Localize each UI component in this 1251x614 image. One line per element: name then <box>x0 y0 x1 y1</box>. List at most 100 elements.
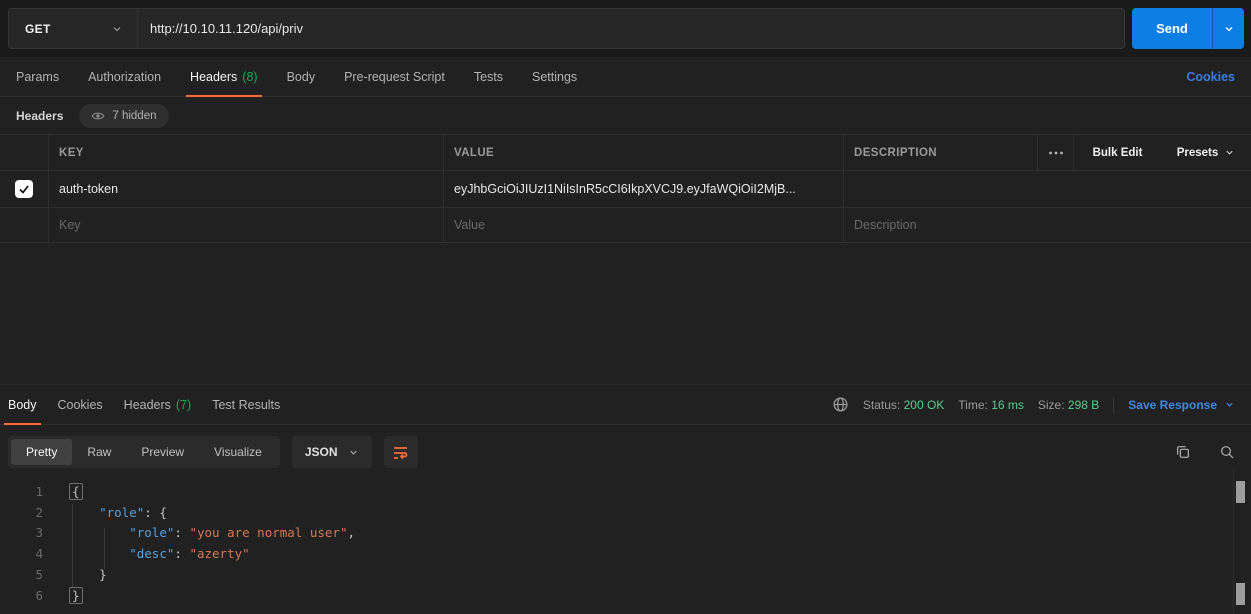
format-dropdown[interactable]: JSON <box>292 436 372 468</box>
row-checkbox[interactable] <box>15 180 33 198</box>
response-tab-headers[interactable]: Headers (7) <box>124 385 192 425</box>
view-mode-pretty[interactable]: Pretty <box>11 439 72 465</box>
table-row-empty: Key Value Description <box>0 208 1251 243</box>
url-container: GET <box>8 8 1125 49</box>
code-line: 5 } <box>0 565 1251 586</box>
scrollbar-thumb[interactable] <box>1236 481 1245 503</box>
description-input[interactable]: Description <box>854 218 917 232</box>
tab-tests-label: Tests <box>474 70 503 84</box>
save-response-button[interactable]: Save Response <box>1128 398 1235 412</box>
line-number: 6 <box>0 586 43 607</box>
bulk-edit-button[interactable]: Bulk Edit <box>1093 147 1143 159</box>
response-body-viewer[interactable]: 1 { 2 "role": { 3 "role": "you are norma… <box>0 482 1251 606</box>
view-mode-raw[interactable]: Raw <box>72 439 126 465</box>
cookies-link[interactable]: Cookies <box>1186 70 1235 84</box>
search-icon[interactable] <box>1219 444 1235 460</box>
presets-dropdown[interactable]: Presets <box>1177 147 1236 159</box>
value-input[interactable]: Value <box>454 218 485 232</box>
key-input[interactable]: Key <box>59 218 81 232</box>
more-options-icon <box>1048 150 1064 156</box>
divider <box>1113 397 1114 413</box>
format-dropdown-value: JSON <box>305 445 338 459</box>
tab-headers-label: Headers <box>190 70 237 84</box>
line-number: 2 <box>0 503 43 524</box>
response-tab-headers-label: Headers <box>124 398 171 412</box>
headers-table: KEY VALUE DESCRIPTION Bulk Edit Presets <box>0 134 1251 243</box>
copy-icon[interactable] <box>1175 444 1191 460</box>
tab-headers[interactable]: Headers (8) <box>190 57 258 97</box>
send-button-group: Send <box>1132 8 1244 49</box>
response-pane: Body Cookies Headers (7) Test Results St… <box>0 384 1251 614</box>
status-badge: Status: 200 OK <box>863 398 944 412</box>
chevron-down-icon <box>1224 399 1235 410</box>
response-tab-body[interactable]: Body <box>8 385 37 425</box>
method-select[interactable]: GET <box>9 9 138 48</box>
scrollbar-thumb[interactable] <box>1236 583 1245 605</box>
response-tab-cookies[interactable]: Cookies <box>58 385 103 425</box>
view-mode-switch: Pretty Raw Preview Visualize <box>8 436 280 468</box>
response-actions <box>1175 444 1235 460</box>
presets-label: Presets <box>1177 147 1219 159</box>
code-line: 1 { <box>0 482 1251 503</box>
header-key-value[interactable]: auth-token <box>59 182 118 196</box>
hidden-headers-toggle[interactable]: 7 hidden <box>79 104 168 128</box>
wrap-lines-icon <box>392 444 409 461</box>
eye-icon <box>91 109 105 123</box>
size-badge: Size: 298 B <box>1038 398 1099 412</box>
header-description-value[interactable] <box>843 171 1251 207</box>
chevron-down-icon <box>1224 147 1235 158</box>
request-tabs: Params Authorization Headers (8) Body Pr… <box>0 57 1251 97</box>
response-toolbar: Pretty Raw Preview Visualize JSON <box>8 433 1235 471</box>
tab-settings[interactable]: Settings <box>532 57 577 97</box>
response-tab-test-results-label: Test Results <box>212 398 280 412</box>
tab-pre-request-script-label: Pre-request Script <box>344 70 445 84</box>
chevron-down-icon <box>1223 23 1235 35</box>
value-column-header: VALUE <box>454 147 494 159</box>
headers-subheader: Headers 7 hidden <box>0 97 1251 134</box>
tab-body[interactable]: Body <box>287 57 316 97</box>
chevron-down-icon <box>111 23 123 35</box>
hidden-headers-label: 7 hidden <box>112 110 156 122</box>
code-line: 6 } <box>0 586 1251 607</box>
fold-marker[interactable]: { <box>69 483 83 500</box>
view-mode-preview[interactable]: Preview <box>126 439 199 465</box>
save-response-label: Save Response <box>1128 398 1217 412</box>
line-number: 1 <box>0 482 43 503</box>
line-number: 5 <box>0 565 43 586</box>
url-input[interactable] <box>138 9 1124 48</box>
code-line: 2 "role": { <box>0 503 1251 524</box>
send-button[interactable]: Send <box>1132 8 1212 49</box>
headers-title: Headers <box>16 109 63 123</box>
tab-headers-count: (8) <box>242 70 257 84</box>
check-icon <box>18 183 30 195</box>
response-tab-cookies-label: Cookies <box>58 398 103 412</box>
indent-guide <box>72 504 73 587</box>
network-globe-icon[interactable] <box>832 396 849 413</box>
tab-tests[interactable]: Tests <box>474 57 503 97</box>
response-tab-test-results[interactable]: Test Results <box>212 385 280 425</box>
time-badge: Time: 16 ms <box>958 398 1024 412</box>
tab-authorization-label: Authorization <box>88 70 161 84</box>
view-mode-visualize[interactable]: Visualize <box>199 439 277 465</box>
tab-pre-request-script[interactable]: Pre-request Script <box>344 57 445 97</box>
line-number: 3 <box>0 523 43 544</box>
postman-window: GET Send Params Authorization Headers (8… <box>0 0 1251 614</box>
send-options-button[interactable] <box>1212 8 1244 49</box>
indent-guide <box>104 528 105 569</box>
method-label: GET <box>25 22 51 36</box>
tab-authorization[interactable]: Authorization <box>88 57 161 97</box>
request-url-bar: GET Send <box>0 0 1251 57</box>
table-row: auth-token eyJhbGciOiJIUzI1NiIsInR5cCI6I… <box>0 171 1251 208</box>
header-value-value[interactable]: eyJhbGciOiJIUzI1NiIsInR5cCI6IkpXVCJ9.eyJ… <box>454 182 796 196</box>
more-actions-button[interactable] <box>1037 135 1073 170</box>
scrollbar-track <box>1233 470 1234 614</box>
tab-params[interactable]: Params <box>16 57 59 97</box>
fold-marker[interactable]: } <box>69 587 83 604</box>
tab-settings-label: Settings <box>532 70 577 84</box>
code-line: 3 "role": "you are normal user", <box>0 523 1251 544</box>
key-column-header: KEY <box>59 147 84 159</box>
response-tabs: Body Cookies Headers (7) Test Results St… <box>0 385 1251 425</box>
response-meta: Status: 200 OK Time: 16 ms Size: 298 B S… <box>832 396 1235 413</box>
tab-body-label: Body <box>287 70 316 84</box>
wrap-lines-button[interactable] <box>384 436 418 468</box>
